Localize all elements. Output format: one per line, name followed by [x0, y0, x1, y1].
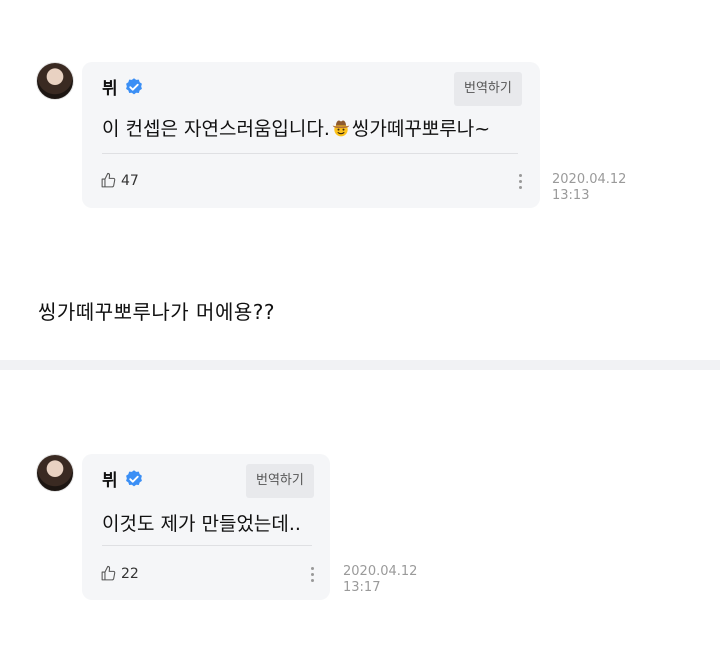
translate-button[interactable]: 번역하기	[454, 72, 522, 106]
comment-timestamp: 2020.04.12 13:13	[552, 172, 626, 204]
thumbs-up-icon	[101, 172, 116, 188]
thumbs-up-icon	[101, 565, 116, 581]
comment-bubble: 뷔 번역하기 이 컨셉은 자연스러움입니다. 씽가떼꾸뽀루나~ 47	[82, 62, 540, 208]
author-name[interactable]: 뷔	[102, 74, 118, 99]
like-count: 22	[121, 565, 139, 582]
like-count: 47	[121, 172, 139, 189]
comment-date: 2020.04.12	[552, 172, 627, 187]
comment-text: 이것도 제가 만들었는데..	[102, 513, 301, 535]
author-name[interactable]: 뷔	[102, 466, 118, 491]
comment-text: 이 컨셉은 자연스러움입니다. 씽가떼꾸뽀루나~	[102, 114, 490, 141]
comment-text-part: 이 컨셉은 자연스러움입니다.	[102, 118, 330, 140]
translate-button[interactable]: 번역하기	[246, 464, 314, 498]
section-separator	[0, 360, 720, 370]
divider	[102, 545, 312, 546]
comment-date: 2020.04.12	[343, 564, 418, 579]
comment-time: 13:13	[552, 188, 590, 203]
verified-badge-icon	[125, 469, 142, 486]
like-button[interactable]: 22	[100, 565, 139, 582]
verified-badge-icon	[125, 77, 142, 94]
comment-timestamp: 2020.04.12 13:17	[343, 564, 417, 596]
comment-text-part: 씽가떼꾸뽀루나~	[351, 118, 491, 140]
cowboy-emoji-icon	[332, 120, 350, 137]
comment-time: 13:17	[343, 580, 381, 595]
more-options-icon[interactable]	[518, 174, 522, 189]
like-button[interactable]: 47	[100, 172, 139, 189]
comment-bubble: 뷔 번역하기 이것도 제가 만들었는데.. 22	[82, 454, 330, 600]
avatar[interactable]	[36, 62, 74, 100]
avatar[interactable]	[36, 454, 74, 492]
divider	[102, 153, 518, 154]
more-options-icon[interactable]	[310, 567, 314, 582]
reply-text: 씽가떼꾸뽀루나가 머에용??	[38, 300, 275, 324]
